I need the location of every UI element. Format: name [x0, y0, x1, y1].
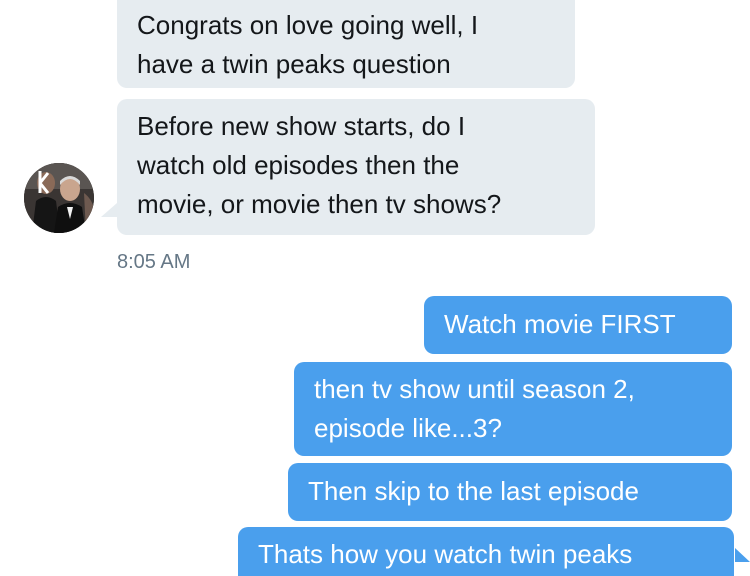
incoming-message: Congrats on love going well, I have a tw…	[117, 0, 575, 88]
message-line: watch old episodes then the	[137, 150, 460, 180]
outgoing-message: Thats how you watch twin peaks	[238, 527, 734, 576]
message-line: Congrats on love going well, I	[137, 10, 479, 40]
dm-conversation: Congrats on love going well, I have a tw…	[0, 0, 750, 576]
sender-avatar[interactable]	[24, 163, 94, 233]
message-line: Then skip to the last episode	[308, 476, 639, 506]
outgoing-message: Watch movie FIRST	[424, 296, 732, 354]
message-line: episode like...3?	[314, 413, 502, 443]
message-line: Thats how you watch twin peaks	[258, 539, 633, 569]
avatar-photo-icon	[24, 163, 94, 233]
incoming-message: Before new show starts, do I watch old e…	[117, 99, 595, 235]
message-line: movie, or movie then tv shows?	[137, 189, 502, 219]
message-line: Watch movie FIRST	[444, 309, 676, 339]
message-line: have a twin peaks question	[137, 49, 451, 79]
outgoing-message: Then skip to the last episode	[288, 463, 732, 521]
message-timestamp: 8:05 AM	[117, 251, 191, 273]
bubble-tail	[101, 203, 117, 217]
bubble-tail	[735, 548, 750, 562]
message-line: then tv show until season 2,	[314, 374, 635, 404]
outgoing-message: then tv show until season 2, episode lik…	[294, 362, 732, 456]
message-line: Before new show starts, do I	[137, 111, 466, 141]
